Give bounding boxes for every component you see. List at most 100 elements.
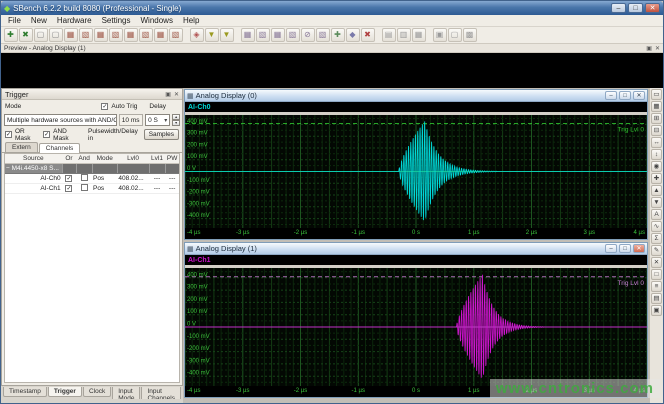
x-tick-label: 0 s <box>412 388 420 394</box>
analog-display-1-titlebar[interactable]: ▦ Analog Display (1) – □ ✕ <box>185 243 647 255</box>
bottom-tab-trigger[interactable]: Trigger <box>48 387 82 397</box>
toolbar-button[interactable]: ▧ <box>109 28 123 42</box>
trigger-float-icon[interactable]: ▣ <box>165 91 171 98</box>
toolbar-button[interactable]: ▦ <box>412 28 426 42</box>
toolbar-button[interactable]: ▢ <box>34 28 48 42</box>
trigger-timeout-field[interactable]: 10 ms <box>119 114 143 126</box>
display-tool-button[interactable]: ↕ <box>651 149 662 160</box>
display-tool-button[interactable]: ✕ <box>651 257 662 268</box>
and-checkbox[interactable] <box>81 184 88 191</box>
delay-value: 0 S <box>148 117 158 124</box>
toolbar-button[interactable]: ◆ <box>346 28 360 42</box>
menu-item-file[interactable]: File <box>4 16 25 25</box>
table-cell: Pos <box>92 185 117 192</box>
and-checkbox[interactable] <box>81 174 88 181</box>
display-tool-button[interactable]: ⊟ <box>651 125 662 136</box>
maximize-button[interactable]: □ <box>619 244 631 253</box>
minimize-button[interactable]: – <box>611 3 626 13</box>
toolbar-button[interactable]: ▧ <box>139 28 153 42</box>
toolbar-button[interactable]: ✚ <box>331 28 345 42</box>
bottom-tab-timestamp[interactable]: Timestamp <box>3 387 47 397</box>
display-tool-button[interactable]: ◉ <box>651 161 662 172</box>
toolbar-button[interactable]: ▤ <box>382 28 396 42</box>
toolbar-button[interactable]: ▧ <box>169 28 183 42</box>
or-checkbox[interactable]: ✓ <box>65 175 72 182</box>
menu-item-hardware[interactable]: Hardware <box>53 16 96 25</box>
display-tool-button[interactable]: ✎ <box>651 245 662 256</box>
menu-bar: FileNewHardwareSettingsWindowsHelp <box>1 15 663 27</box>
maximize-button[interactable]: □ <box>619 91 631 100</box>
auto-trig-checkbox[interactable]: ✓ <box>101 103 108 110</box>
waveform-plot-ch0[interactable]: 400 mV300 mV200 mV100 mV0 V-100 mV-200 m… <box>185 115 647 228</box>
toolbar-button[interactable]: ▧ <box>256 28 270 42</box>
or-checkbox[interactable]: ✓ <box>65 185 72 192</box>
toolbar-button[interactable]: ▼ <box>220 28 234 42</box>
display-tool-button[interactable]: Σ <box>651 233 662 244</box>
toolbar-button[interactable]: ▥ <box>397 28 411 42</box>
toolbar-button[interactable]: ▼ <box>205 28 219 42</box>
trigger-mode-select[interactable]: Multiple hardware sources with AND/OR ▾ <box>4 114 117 126</box>
toolbar-button[interactable]: ▩ <box>463 28 477 42</box>
toolbar-button[interactable]: ✖ <box>361 28 375 42</box>
preview-close-icon[interactable]: ✕ <box>655 45 660 52</box>
display-tool-button[interactable]: ▣ <box>651 305 662 316</box>
toolbar-button[interactable]: ▦ <box>271 28 285 42</box>
toolbar-button[interactable]: ✚ <box>4 28 18 42</box>
toolbar-button[interactable]: ▢ <box>448 28 462 42</box>
toolbar-button[interactable]: ▦ <box>241 28 255 42</box>
display-tool-button[interactable]: ≡ <box>651 281 662 292</box>
display-tool-button[interactable]: A <box>651 209 662 220</box>
menu-item-windows[interactable]: Windows <box>137 16 177 25</box>
display-tool-button[interactable]: ⊞ <box>651 113 662 124</box>
toolbar-button[interactable]: ▧ <box>316 28 330 42</box>
preview-panel-header[interactable]: Preview - Analog Display (1) ▣ ✕ <box>1 44 663 53</box>
table-row[interactable]: AI-Ch0✓Pos408.02...------ <box>5 174 179 184</box>
delay-stepper[interactable]: ▴▾ <box>172 114 180 126</box>
display-tool-button[interactable]: ▤ <box>651 293 662 304</box>
table-group-row[interactable]: − M4i.4450-x8 S... <box>5 164 179 174</box>
display-tool-button[interactable]: ✚ <box>651 173 662 184</box>
toolbar-button[interactable]: ▦ <box>154 28 168 42</box>
toolbar-button[interactable]: ✖ <box>19 28 33 42</box>
analog-display-0-titlebar[interactable]: ▦ Analog Display (0) – □ ✕ <box>185 90 647 102</box>
menu-item-help[interactable]: Help <box>179 16 203 25</box>
trigger-panel-header[interactable]: Trigger ▣ ✕ <box>2 89 182 100</box>
preview-float-icon[interactable]: ▣ <box>646 45 652 52</box>
titlebar[interactable]: ◆ SBench 6.2.2 build 8080 (Professional … <box>1 1 663 15</box>
display-tool-button[interactable]: □ <box>651 269 662 280</box>
toolbar-button[interactable]: ▧ <box>79 28 93 42</box>
display-tool-button[interactable]: ↔ <box>651 137 662 148</box>
menu-item-settings[interactable]: Settings <box>98 16 135 25</box>
toolbar-button[interactable]: ▦ <box>64 28 78 42</box>
display-tool-button[interactable]: ▲ <box>651 185 662 196</box>
toolbar-button[interactable]: ▦ <box>124 28 138 42</box>
close-button[interactable]: ✕ <box>633 91 645 100</box>
display-tool-button[interactable]: ▼ <box>651 197 662 208</box>
toolbar-button[interactable]: ▢ <box>49 28 63 42</box>
minimize-button[interactable]: – <box>605 244 617 253</box>
tab-channels[interactable]: Channels <box>39 143 80 153</box>
toolbar-button[interactable]: ⊘ <box>301 28 315 42</box>
maximize-button[interactable]: □ <box>628 3 643 13</box>
close-button[interactable]: ✕ <box>633 244 645 253</box>
delay-select[interactable]: 0 S ▾ <box>145 114 170 126</box>
trigger-close-icon[interactable]: ✕ <box>174 91 179 98</box>
toolbar-button[interactable]: ▧ <box>286 28 300 42</box>
and-mask-checkbox[interactable]: ✓ <box>43 131 50 138</box>
close-button[interactable]: ✕ <box>645 3 660 13</box>
toolbar-button[interactable]: ▣ <box>433 28 447 42</box>
display-tool-button[interactable]: ▦ <box>651 101 662 112</box>
samples-button[interactable]: Samples <box>144 129 179 140</box>
display-tool-button[interactable]: ∿ <box>651 221 662 232</box>
or-mask-checkbox[interactable]: ✓ <box>5 131 12 138</box>
menu-item-new[interactable]: New <box>27 16 51 25</box>
display-tool-button[interactable]: ▭ <box>651 89 662 100</box>
bottom-tab-clock[interactable]: Clock <box>83 387 111 397</box>
table-row[interactable]: AI-Ch1✓Pos408.02...------ <box>5 184 179 194</box>
toolbar-button[interactable]: ◈ <box>190 28 204 42</box>
tab-extern[interactable]: Extern <box>5 142 38 152</box>
waveform-plot-ch1[interactable]: 400 mV300 mV200 mV100 mV0 V-100 mV-200 m… <box>185 268 647 386</box>
preview-display-area[interactable] <box>1 53 663 88</box>
minimize-button[interactable]: – <box>605 91 617 100</box>
toolbar-button[interactable]: ▦ <box>94 28 108 42</box>
